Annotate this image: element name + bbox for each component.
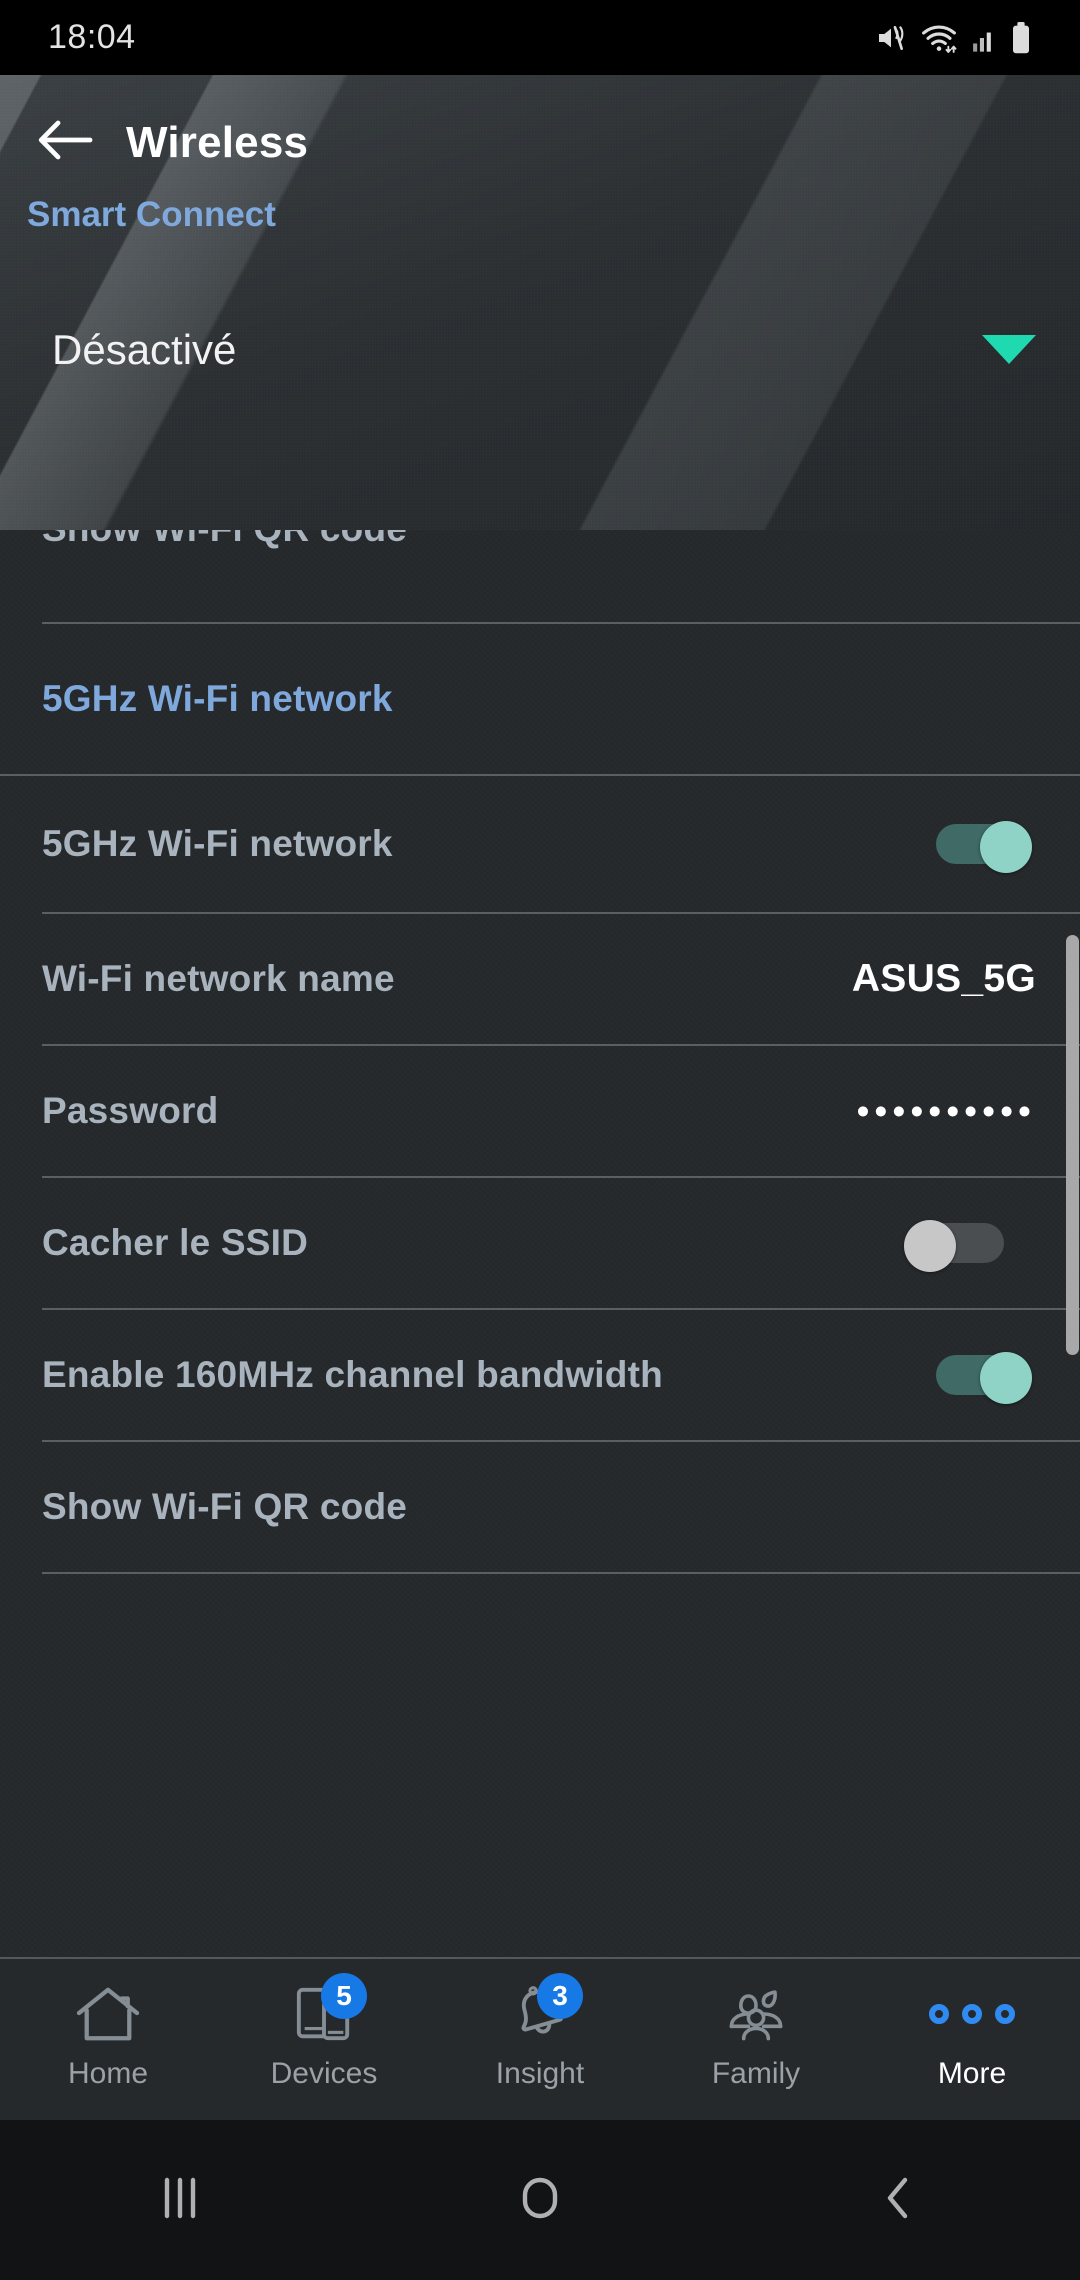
- row-label: Enable 160MHz channel bandwidth: [42, 1354, 663, 1395]
- row-label: 5GHz Wi-Fi network: [42, 823, 393, 864]
- list-item-show-qr-top[interactable]: Show Wi-Fi QR code: [0, 530, 1080, 622]
- more-dots-icon: [929, 1977, 1015, 2051]
- toggle-thumb: [904, 1220, 956, 1272]
- cellular-signal-icon: [971, 23, 997, 53]
- nav-item-family[interactable]: Family: [648, 1959, 864, 2120]
- toggle-5ghz-wifi-network[interactable]: [936, 821, 1036, 873]
- nav-item-devices[interactable]: 5 Devices: [216, 1959, 432, 2120]
- row-label: Password: [42, 1090, 219, 1131]
- smart-connect-dropdown[interactable]: Désactivé: [0, 287, 1080, 412]
- badge-insight: 3: [537, 1973, 583, 2019]
- list-item-show-qr-code[interactable]: Show Wi-Fi QR code: [0, 1442, 1080, 1572]
- bottom-navigation-bar: Home 5 Devices 3 Insight Family More: [0, 1957, 1080, 2120]
- page-header: Wireless Smart Connect Désactivé: [0, 75, 1080, 530]
- row-label: Show Wi-Fi QR code: [42, 530, 407, 550]
- bell-icon: 3: [497, 1973, 583, 2051]
- dot: [929, 2004, 949, 2024]
- list-item-wifi-network-name[interactable]: Wi-Fi network name ASUS_5G: [0, 914, 1080, 1044]
- toggle-thumb: [980, 1352, 1032, 1404]
- section-header-5ghz: 5GHz Wi-Fi network: [0, 624, 1080, 774]
- status-bar: 18:04: [0, 0, 1080, 75]
- home-button[interactable]: [360, 2172, 720, 2229]
- recents-icon: [155, 2172, 205, 2229]
- nav-label: More: [937, 2057, 1007, 2090]
- nav-item-insight[interactable]: 3 Insight: [432, 1959, 648, 2120]
- section-header-label: 5GHz Wi-Fi network: [42, 678, 393, 719]
- home-circle-icon: [515, 2172, 565, 2229]
- row-label: Wi-Fi network name: [42, 958, 395, 999]
- settings-list[interactable]: Show Wi-Fi QR code 5GHz Wi-Fi network 5G…: [0, 530, 1080, 1957]
- wifi-icon: [920, 22, 958, 54]
- status-time: 18:04: [48, 18, 136, 56]
- password-value[interactable]: ••••••••••: [856, 1093, 1036, 1130]
- dot: [995, 2004, 1015, 2024]
- nav-label: Insight: [495, 2057, 585, 2090]
- divider: [42, 1572, 1080, 1574]
- system-navigation-bar: [0, 2120, 1080, 2280]
- status-icon-group: [875, 21, 1032, 54]
- nav-item-home[interactable]: Home: [0, 1959, 216, 2120]
- back-chevron-icon: [875, 2172, 925, 2229]
- list-item-password[interactable]: Password ••••••••••: [0, 1046, 1080, 1176]
- nav-item-more[interactable]: More: [864, 1959, 1080, 2120]
- smart-connect-label: Smart Connect: [27, 195, 276, 234]
- house-icon: [65, 1977, 151, 2051]
- devices-icon: 5: [281, 1973, 367, 2051]
- badge-devices: 5: [321, 1973, 367, 2019]
- dot: [962, 2004, 982, 2024]
- back-button-system[interactable]: [720, 2172, 1080, 2229]
- list-item-160mhz-bandwidth[interactable]: Enable 160MHz channel bandwidth: [0, 1310, 1080, 1440]
- title-bar: Wireless: [0, 75, 1080, 210]
- smart-connect-value: Désactivé: [52, 325, 237, 373]
- chevron-down-icon[interactable]: [982, 335, 1036, 364]
- row-label: Show Wi-Fi QR code: [42, 1486, 408, 1527]
- mute-icon: [875, 22, 907, 54]
- page-title: Wireless: [126, 117, 309, 167]
- nav-label: Home: [67, 2057, 149, 2090]
- phone-screen: 18:04 Wireless Smart Connect Désactivé 5…: [0, 0, 1080, 2280]
- list-item-5ghz-wifi-network[interactable]: 5GHz Wi-Fi network: [0, 776, 1080, 912]
- list-item-hide-ssid[interactable]: Cacher le SSID: [0, 1178, 1080, 1308]
- toggle-160mhz-bandwidth[interactable]: [936, 1352, 1036, 1404]
- vertical-scrollbar[interactable]: [1066, 935, 1079, 1355]
- toggle-thumb: [980, 821, 1032, 873]
- battery-icon: [1010, 21, 1032, 54]
- back-button[interactable]: [14, 91, 118, 195]
- arrow-left-icon: [38, 117, 94, 168]
- row-label: Cacher le SSID: [42, 1222, 309, 1263]
- toggle-wrapper: [904, 1220, 1036, 1272]
- nav-label: Devices: [270, 2057, 378, 2090]
- family-group-icon: [713, 1977, 799, 2051]
- recents-button[interactable]: [0, 2172, 360, 2229]
- wifi-network-name-value[interactable]: ASUS_5G: [852, 957, 1036, 1001]
- nav-label: Family: [711, 2057, 801, 2090]
- toggle-hide-ssid[interactable]: [904, 1220, 1004, 1272]
